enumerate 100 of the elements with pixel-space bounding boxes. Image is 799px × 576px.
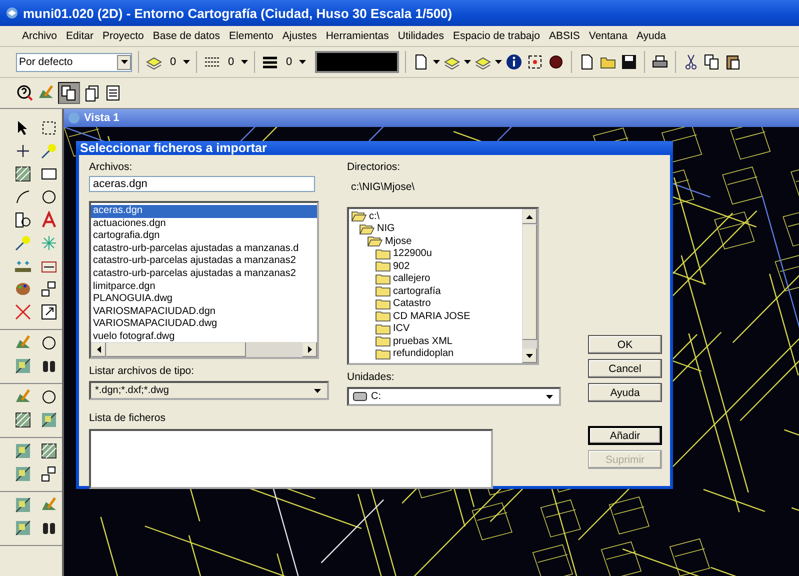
horizontal-scrollbar[interactable] (91, 342, 317, 357)
file-type-dropdown[interactable]: *.dgn;*.dxf;*.dwg (89, 381, 329, 400)
caret-icon[interactable] (120, 60, 128, 64)
file-item[interactable]: PLANOGUIA.dwg (91, 293, 317, 306)
circle-icon[interactable] (40, 188, 58, 206)
file-item[interactable]: cartografia.dgn (91, 230, 317, 243)
caret-icon[interactable] (495, 60, 502, 64)
drive-dropdown[interactable]: C: (347, 387, 561, 406)
lightbulb-icon[interactable] (14, 234, 32, 252)
line-sample[interactable] (315, 51, 399, 73)
app-icon (68, 112, 80, 124)
letter-icon[interactable] (40, 211, 58, 229)
file-item[interactable]: actuaciones.dgn (91, 218, 317, 230)
menu-item[interactable]: Editar (66, 30, 94, 42)
directory-item[interactable]: refundidoplan (393, 348, 454, 360)
list-icon[interactable] (104, 84, 122, 102)
caret-icon[interactable] (183, 60, 190, 64)
directory-item[interactable]: Catastro (393, 298, 431, 310)
window-title: muni01.020 (2D) - Entorno Cartografía (Ciudad, Huso 30 Escala 1/500) (23, 6, 452, 20)
directory-item[interactable]: 122900u (393, 248, 432, 260)
menu-item[interactable]: Ventana (588, 30, 628, 42)
level-value[interactable]: 0 (282, 56, 296, 68)
dialog-button[interactable]: Ayuda (588, 383, 662, 402)
file-item[interactable]: catastro-urb-parcelas ajustadas a manzanas2 (91, 255, 317, 268)
tool-icon[interactable] (14, 442, 32, 460)
file-item[interactable]: VARIOSMAPACIUDAD.dwg (91, 318, 317, 331)
ball-icon[interactable] (547, 53, 565, 71)
file-item[interactable]: limitparce.dgn (91, 280, 317, 294)
dashed-rectangle-icon[interactable] (40, 119, 58, 137)
tool-icon[interactable] (14, 519, 32, 537)
dialog-button[interactable]: OK (588, 335, 662, 354)
file-item[interactable]: VARIOSMAPACIUDAD.dgn (91, 306, 317, 318)
menu-item[interactable]: Ayuda (636, 30, 666, 42)
caret-icon[interactable] (241, 60, 248, 64)
file-name-field[interactable]: aceras.dgn (89, 176, 315, 192)
caret-icon[interactable] (433, 60, 440, 64)
directory-item[interactable]: pruebas XML (393, 336, 452, 347)
arc-icon[interactable] (14, 188, 32, 206)
palette-icon[interactable] (14, 280, 32, 298)
directory-item[interactable]: 902 (393, 260, 410, 272)
tool-icon[interactable] (40, 411, 58, 429)
hatched-square-icon[interactable] (14, 165, 32, 183)
target-icon[interactable] (526, 53, 544, 71)
boxes-icon[interactable] (40, 465, 58, 483)
menu-item[interactable]: ABSIS (548, 30, 580, 42)
menu-item[interactable]: Herramientas (326, 30, 389, 42)
directory-item[interactable]: NIG (377, 223, 395, 234)
menu-item[interactable]: Ajustes (282, 30, 317, 42)
file-list[interactable] (89, 201, 319, 359)
style-dropdown[interactable]: Por defecto (16, 52, 132, 72)
caret-icon[interactable] (314, 388, 321, 392)
vertical-scrollbar[interactable] (522, 209, 537, 363)
left-arrow-icon[interactable] (96, 346, 100, 353)
menu-item[interactable]: Archivo (22, 30, 58, 42)
directory-item[interactable]: c:\ (369, 210, 380, 222)
tool-icon[interactable] (14, 357, 32, 375)
caret-icon[interactable] (464, 60, 471, 64)
menu-item[interactable]: Proyecto (102, 30, 144, 42)
dialog-button[interactable]: Cancel (588, 359, 662, 378)
boxes-icon[interactable] (40, 280, 58, 298)
paste-icon[interactable] (724, 53, 742, 71)
directory-item[interactable]: ICV (393, 323, 410, 334)
up-arrow-icon[interactable] (526, 214, 533, 218)
help-icon[interactable] (16, 84, 34, 102)
drive-icon (353, 392, 367, 401)
lightbulb-icon[interactable] (40, 142, 58, 160)
hatched-square-icon[interactable] (40, 442, 58, 460)
resize-icon[interactable] (40, 303, 58, 321)
file-item[interactable]: catastro-urb-parcelas ajustadas a manzanas2 (91, 268, 317, 281)
directory-item[interactable]: Mjose (385, 236, 412, 247)
tool-icon[interactable] (14, 465, 32, 483)
right-arrow-icon[interactable] (308, 346, 312, 353)
save-icon[interactable] (620, 53, 638, 71)
tool-icon[interactable] (14, 496, 32, 514)
level-value[interactable]: 0 (224, 56, 238, 68)
menu-item[interactable]: Base de datos (152, 30, 220, 42)
star-icon[interactable] (40, 234, 58, 252)
directory-item[interactable]: CD MARIA JOSE (393, 310, 470, 322)
file-item[interactable]: catastro-urb-parcelas ajustadas a manzanas.d (91, 242, 317, 256)
caret-icon[interactable] (299, 60, 306, 64)
menu-item[interactable]: Utilidades (398, 30, 444, 42)
hatched-square-icon[interactable] (14, 411, 32, 429)
caret-icon[interactable] (546, 394, 553, 398)
directory-tree[interactable]: c:\ NIG Mjose 122900u 902 callejero cartografía Catastro CD MARIA JOSE ICV pruebas XML refundidoplan (347, 207, 539, 365)
level-value[interactable]: 0 (166, 56, 180, 68)
view-title: Vista 1 (84, 112, 120, 124)
dialog-button[interactable]: Añadir (588, 426, 662, 445)
directory-item[interactable]: callejero (393, 273, 430, 284)
sheets-icon[interactable] (83, 84, 101, 102)
menu-item[interactable]: Espacio de trabajo (452, 30, 540, 42)
crosshair-icon[interactable] (14, 142, 32, 160)
file-item[interactable]: vuelo fotograf.dwg (91, 330, 317, 342)
selected-files-box[interactable] (89, 429, 493, 489)
file-item[interactable]: aceras.dgn (91, 205, 317, 218)
info-icon[interactable] (505, 53, 523, 71)
copy-icon[interactable] (703, 53, 721, 71)
down-arrow-icon[interactable] (526, 354, 533, 358)
cross-icon[interactable] (14, 303, 32, 321)
menu-item[interactable]: Elemento (229, 30, 274, 42)
directory-item[interactable]: cartografía (393, 286, 441, 297)
